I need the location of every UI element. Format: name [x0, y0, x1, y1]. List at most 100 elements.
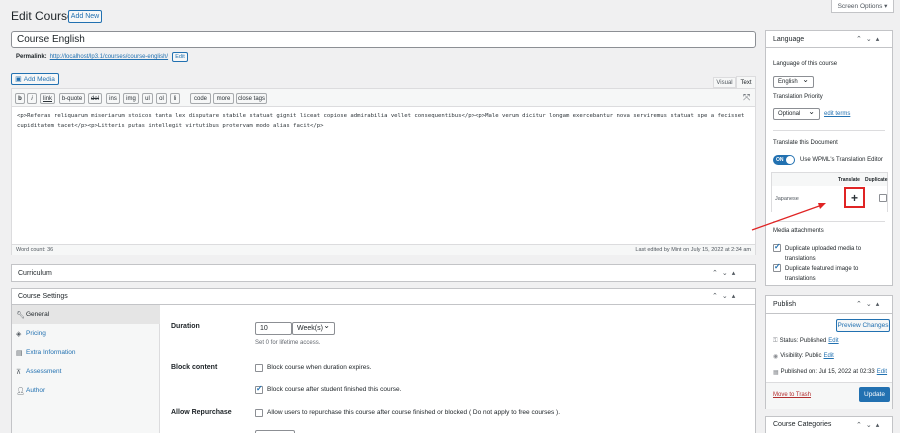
- permalink-url[interactable]: http://localhost/lp3.1/courses/course-en…: [50, 54, 168, 60]
- preview-changes-button[interactable]: Preview Changes: [836, 319, 890, 332]
- qt-more-button[interactable]: more: [213, 93, 234, 104]
- screen-options-button[interactable]: Screen Options ▾: [831, 0, 894, 13]
- qt-del-button[interactable]: del: [88, 93, 102, 104]
- toggle-state: ON: [776, 157, 784, 163]
- tab-visual[interactable]: Visual: [713, 77, 736, 88]
- duration-unit-select[interactable]: Week(s): [292, 321, 335, 335]
- permalink-edit-button[interactable]: Edit: [172, 52, 188, 62]
- visibility-edit-link[interactable]: Edit: [824, 353, 834, 360]
- qt-img-button[interactable]: img: [123, 93, 139, 104]
- course-categories-box[interactable]: Course Categories ⌃⌄▴: [765, 416, 893, 433]
- media-icon: ▣: [15, 76, 22, 83]
- page-title: Edit Course: [11, 9, 74, 23]
- qt-ins-button[interactable]: ins: [106, 93, 120, 104]
- settings-tabs: 🔧︎ General ◈ Pricing ▤ Extra Information ⊼ A…: [12, 305, 160, 433]
- block-expire-checkbox[interactable]: [255, 364, 263, 372]
- editor-status-bar: Word count: 36 Last edited by Mint on Ju…: [12, 244, 755, 255]
- tab-pricing[interactable]: ◈ Pricing: [12, 324, 160, 343]
- permalink: Permalink: http://localhost/lp3.1/course…: [16, 54, 168, 60]
- add-media-button[interactable]: ▣ Add Media: [11, 73, 59, 85]
- curriculum-box[interactable]: Curriculum ⌃⌄▴: [11, 264, 756, 282]
- translate-doc-label: Translate this Document: [773, 140, 838, 146]
- tab-author[interactable]: 👤︎ Author: [12, 381, 160, 400]
- language-title: Language: [773, 36, 805, 43]
- qt-code-button[interactable]: code: [190, 93, 211, 104]
- qt-italic-button[interactable]: i: [27, 93, 37, 104]
- dup-media-label: Duplicate uploaded media to translations: [785, 246, 862, 262]
- allow-repurchase-label: Allow Repurchase: [171, 409, 232, 416]
- edit-terms-link[interactable]: edit terms: [824, 111, 850, 117]
- tab-general[interactable]: 🔧︎ General: [12, 305, 160, 324]
- priority-select[interactable]: Optional: [773, 107, 820, 120]
- box-controls-icon[interactable]: ⌃⌄▴: [712, 269, 739, 277]
- key-icon: ⚿: [773, 338, 778, 344]
- duplicate-checkbox[interactable]: [879, 194, 887, 202]
- language-select[interactable]: English: [773, 75, 814, 88]
- tab-assessment[interactable]: ⊼ Assessment: [12, 362, 160, 381]
- course-settings-box: Course Settings ⌃⌄▴ 🔧︎ General ◈ Pricing ▤…: [11, 288, 756, 433]
- qt-li-button[interactable]: li: [170, 93, 180, 104]
- dup-featured-label: Duplicate featured image to translations: [785, 266, 859, 282]
- published-edit-link[interactable]: Edit: [877, 369, 887, 376]
- box-controls-icon[interactable]: ⌃⌄▴: [856, 300, 883, 308]
- toggle-label: Use WPML's Translation Editor: [800, 157, 883, 163]
- course-settings-title: Course Settings: [18, 293, 68, 300]
- duration-label: Duration: [171, 323, 200, 330]
- qt-close-tags-button[interactable]: close tags: [236, 93, 267, 104]
- qt-ul-button[interactable]: ul: [142, 93, 153, 104]
- add-media-label: Add Media: [23, 75, 55, 83]
- visibility-text: Visibility: Public: [780, 353, 822, 359]
- pin-icon: ⊼: [16, 368, 22, 376]
- user-icon: 👤︎: [16, 387, 25, 395]
- move-to-trash-link[interactable]: Move to Trash: [773, 392, 811, 398]
- qt-bquote-button[interactable]: b-quote: [59, 93, 85, 104]
- calendar-icon: ▦: [773, 370, 779, 376]
- editor-box: b i link b-quote del ins img ul ol li co…: [11, 88, 756, 255]
- published-text: Published on: Jul 15, 2022 at 02:33: [780, 369, 875, 375]
- col-duplicate: Duplicate: [865, 177, 888, 183]
- allow-repurchase-checkbox[interactable]: [255, 409, 263, 417]
- publish-title: Publish: [773, 301, 796, 308]
- list-icon: ▤: [16, 349, 23, 357]
- translate-plus-button[interactable]: +: [844, 187, 865, 208]
- wrench-icon: 🔧︎: [16, 311, 25, 319]
- language-box: Language ⌃⌄▴ Language of this course Eng…: [765, 30, 893, 286]
- plus-icon: +: [850, 190, 858, 205]
- quicktags-toolbar: b i link b-quote del ins img ul ol li co…: [12, 89, 755, 107]
- categories-title: Course Categories: [773, 421, 832, 428]
- qt-bold-button[interactable]: b: [15, 93, 25, 104]
- status-edit-link[interactable]: Edit: [828, 338, 838, 345]
- duration-hint: Set 0 for lifetime access.: [255, 340, 321, 346]
- box-controls-icon[interactable]: ⌃⌄▴: [856, 35, 883, 43]
- tag-icon: ◈: [16, 330, 22, 338]
- translation-priority-label: Translation Priority: [773, 94, 823, 100]
- duration-input[interactable]: 10: [255, 322, 292, 335]
- qt-link-button[interactable]: link: [40, 93, 55, 104]
- block-content-label: Block content: [171, 364, 218, 371]
- status-text: Status: Published: [779, 338, 827, 344]
- box-controls-icon[interactable]: ⌃⌄▴: [712, 292, 739, 300]
- block-finished-label: Block course after student finished this…: [267, 386, 402, 393]
- post-title-input[interactable]: Course English: [11, 31, 756, 48]
- publish-box: Publish ⌃⌄▴ Preview Changes ⚿ Status: Pu…: [765, 295, 893, 409]
- eye-icon: ◉: [773, 354, 779, 360]
- permalink-label: Permalink:: [16, 54, 47, 60]
- fullscreen-icon[interactable]: ⤧: [743, 92, 750, 103]
- add-new-button[interactable]: Add New: [68, 10, 102, 23]
- word-count: Word count: 36: [16, 247, 54, 253]
- curriculum-title: Curriculum: [18, 270, 52, 277]
- visibility-row: ◉ Visibility: Public Edit: [773, 353, 834, 360]
- tab-extra-information[interactable]: ▤ Extra Information: [12, 343, 160, 362]
- block-finished-checkbox[interactable]: [255, 384, 263, 394]
- status-row: ⚿ Status: Published Edit: [773, 338, 839, 345]
- editor-textarea[interactable]: <p>Referas reliquarum miseriarum stoicos…: [17, 111, 747, 131]
- allow-repurchase-text: Allow users to repurchase this course af…: [267, 409, 561, 416]
- qt-ol-button[interactable]: ol: [156, 93, 167, 104]
- dup-featured-checkbox[interactable]: [773, 262, 781, 272]
- wpml-editor-toggle[interactable]: ON: [773, 155, 795, 165]
- dup-media-checkbox[interactable]: [773, 242, 781, 252]
- block-expire-label: Block course when duration expires.: [267, 364, 372, 371]
- update-button[interactable]: Update: [859, 387, 890, 402]
- annotation-arrow: [751, 203, 826, 231]
- box-controls-icon[interactable]: ⌃⌄▴: [856, 421, 883, 429]
